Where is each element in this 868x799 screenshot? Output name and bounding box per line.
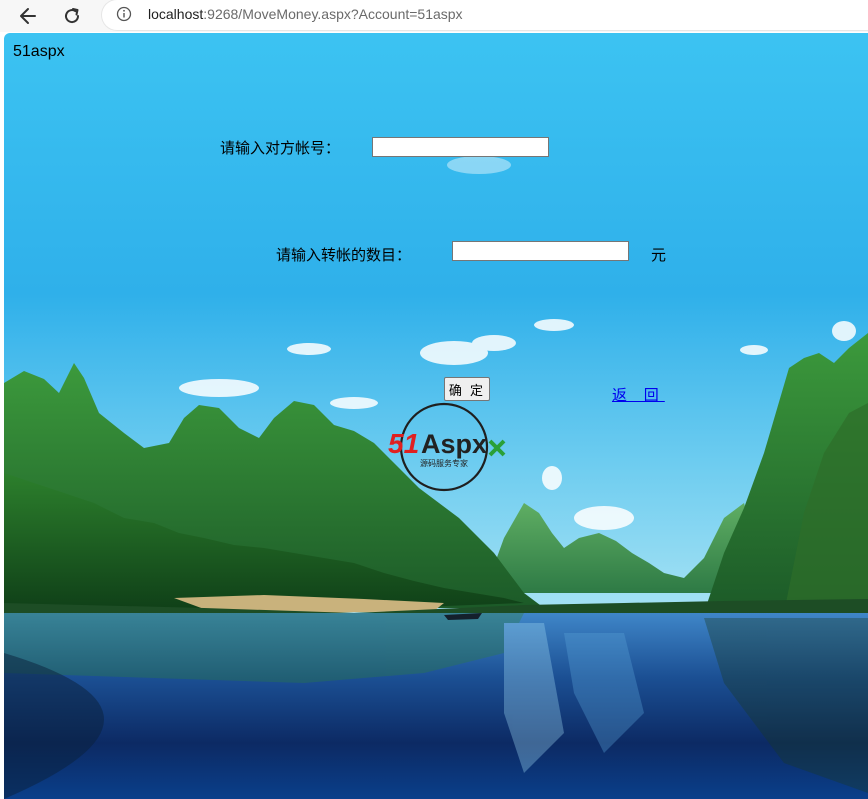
address-bar[interactable]: localhost:9268/MoveMoney.aspx?Account=51… [102,0,868,30]
back-button[interactable] [14,2,42,30]
transfer-amount-input[interactable] [452,241,629,261]
back-arrow-icon [20,8,36,24]
site-logo: 51 Aspx 源码服务专家 [388,402,506,492]
logo-x-accent [488,439,506,457]
logo-tagline: 源码服务专家 [420,458,468,468]
transfer-amount-label: 请输入转帐的数目： [276,246,412,264]
target-account-input[interactable] [372,137,549,157]
back-link[interactable]: 返 回 [612,384,665,405]
browser-toolbar: localhost:9268/MoveMoney.aspx?Account=51… [0,0,868,32]
reload-icon [65,8,80,24]
url-path: :9268/MoveMoney.aspx?Account=51aspx [203,6,463,22]
confirm-button[interactable]: 确 定 [444,377,490,401]
logo-text-51: 51 [388,428,419,459]
page-viewport: 51aspx 请输入对方帐号： 请输入转帐的数目： 元 确 定 返 回 51 A… [4,33,868,799]
account-label: 51aspx [13,43,65,60]
url-host: localhost [148,6,204,22]
currency-unit-label: 元 [651,246,667,264]
logo-text-aspx: Aspx [421,429,487,459]
info-icon[interactable] [116,6,132,22]
reload-button[interactable] [58,2,86,30]
url-text[interactable]: localhost:9268/MoveMoney.aspx?Account=51… [148,6,463,22]
target-account-label: 请输入对方帐号： [220,139,341,157]
